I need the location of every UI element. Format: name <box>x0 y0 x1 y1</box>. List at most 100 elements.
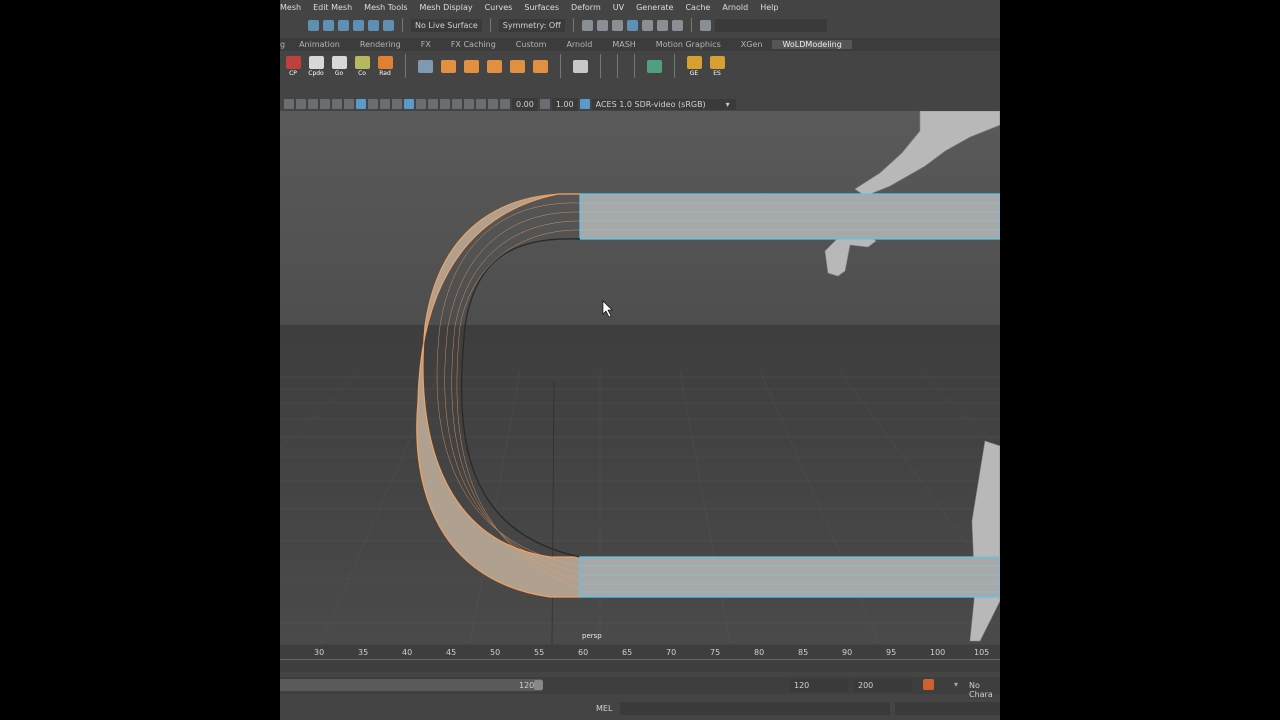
shelf-button-rad[interactable]: Rad <box>374 53 396 79</box>
aa-icon[interactable] <box>464 99 474 109</box>
shelf-button-ge[interactable]: GE <box>683 53 705 79</box>
tab-fx-caching[interactable]: FX Caching <box>441 40 506 49</box>
camera-icon[interactable] <box>284 99 294 109</box>
tab-motion-graphics[interactable]: Motion Graphics <box>646 40 731 49</box>
command-input[interactable] <box>620 702 890 715</box>
quick-select-field[interactable] <box>714 18 827 32</box>
motion-blur-icon[interactable] <box>452 99 462 109</box>
lights-icon[interactable] <box>380 99 390 109</box>
time-slider[interactable]: 30 35 40 45 50 55 60 65 70 75 80 85 90 9… <box>280 645 1000 672</box>
range-handle[interactable] <box>534 680 543 690</box>
textured-icon[interactable] <box>368 99 378 109</box>
menu-surfaces[interactable]: Surfaces <box>524 3 559 12</box>
arnold-render-icon[interactable] <box>656 19 668 31</box>
menu-edit-mesh[interactable]: Edit Mesh <box>313 3 352 12</box>
bookmark-icon[interactable] <box>296 99 306 109</box>
gamma-field[interactable]: 1.00 <box>551 97 578 111</box>
tab-fx[interactable]: FX <box>411 40 441 49</box>
snap-surface-icon[interactable] <box>368 19 379 31</box>
tab-xgen[interactable]: XGen <box>731 40 773 49</box>
character-set-dropdown[interactable]: No Chara <box>969 681 1000 699</box>
cpdo-icon <box>308 55 324 69</box>
dof-icon[interactable] <box>476 99 486 109</box>
snap-grid-icon[interactable] <box>308 19 319 31</box>
shelf-button-multicut[interactable] <box>414 53 436 79</box>
snap-point-icon[interactable] <box>338 19 349 31</box>
menu-mesh-tools[interactable]: Mesh Tools <box>364 3 407 12</box>
menu-uv[interactable]: UV <box>613 3 624 12</box>
colorspace-dropdown[interactable]: ACES 1.0 SDR-video (sRGB) <box>591 98 736 110</box>
grid-icon[interactable] <box>320 99 330 109</box>
shelf-button-uv[interactable] <box>643 53 665 79</box>
menu-mesh-display[interactable]: Mesh Display <box>419 3 472 12</box>
wireframe-icon[interactable] <box>344 99 354 109</box>
shelf-button-go[interactable]: Go <box>328 53 350 79</box>
shelf-button-cp[interactable]: CP <box>282 53 304 79</box>
xray-icon[interactable] <box>416 99 426 109</box>
tab-mash[interactable]: MASH <box>602 40 645 49</box>
range-slider[interactable] <box>280 679 542 691</box>
tick-label: 65 <box>622 648 633 657</box>
symmetry-dropdown[interactable]: Symmetry: Off <box>498 18 565 32</box>
shelf-button-cpdo[interactable]: Cpdo <box>305 53 327 79</box>
shelf-button-append[interactable] <box>529 53 551 79</box>
render-settings-icon[interactable] <box>611 19 623 31</box>
tab-custom[interactable]: Custom <box>506 40 557 49</box>
film-gate-icon[interactable] <box>332 99 342 109</box>
anim-end-field[interactable]: 200 <box>854 679 912 692</box>
snap-pivot-icon[interactable] <box>383 19 394 31</box>
extrude-icon <box>509 59 525 73</box>
ambient-occlusion-icon[interactable] <box>440 99 450 109</box>
exposure-icon[interactable] <box>500 99 510 109</box>
shelf-button-co[interactable]: Co <box>351 53 373 79</box>
safe-action-icon[interactable] <box>488 99 498 109</box>
auto-key-icon[interactable] <box>923 679 934 690</box>
shelf-button-bevel[interactable] <box>437 53 459 79</box>
tab-g[interactable]: g <box>280 40 289 49</box>
snap-view-icon[interactable] <box>353 19 364 31</box>
tab-animation[interactable]: Animation <box>289 40 350 49</box>
shelf-label: CP <box>289 69 297 77</box>
ipr-render-icon[interactable] <box>596 19 608 31</box>
menu-mesh[interactable]: Mesh <box>280 3 301 12</box>
bridge-icon <box>463 59 479 73</box>
menu-arnold[interactable]: Arnold <box>722 3 748 12</box>
menu-deform[interactable]: Deform <box>571 3 601 12</box>
shelf-button-bridge[interactable] <box>460 53 482 79</box>
menu-curves[interactable]: Curves <box>485 3 513 12</box>
menu-help[interactable]: Help <box>760 3 778 12</box>
render-view-icon[interactable] <box>641 19 653 31</box>
chevron-down-icon[interactable]: ▾ <box>726 100 730 109</box>
shelf-button-es[interactable]: ES <box>706 53 728 79</box>
tab-woldmodeling[interactable]: WoLDModeling <box>772 40 852 49</box>
tab-rendering[interactable]: Rendering <box>350 40 411 49</box>
menu-cache[interactable]: Cache <box>685 3 710 12</box>
pause-icon[interactable] <box>671 19 683 31</box>
sidebar-toggle-icon[interactable] <box>699 19 711 31</box>
script-language-label[interactable]: MEL <box>596 704 612 713</box>
gamma-icon[interactable] <box>539 99 550 109</box>
shelf-label: Go <box>334 69 344 77</box>
live-surface-field[interactable]: No Live Surface <box>411 18 482 32</box>
exposure-field[interactable]: 0.00 <box>512 97 538 111</box>
isolate-icon[interactable] <box>428 99 438 109</box>
image-plane-icon[interactable] <box>308 99 318 109</box>
shadows-icon[interactable] <box>392 99 402 109</box>
command-result-field <box>895 702 1000 715</box>
smooth-shade-icon[interactable] <box>356 99 366 109</box>
chevron-down-icon[interactable]: ▾ <box>954 680 958 689</box>
shelf-button-deform[interactable] <box>483 53 505 79</box>
shelf-button-extrude[interactable] <box>506 53 528 79</box>
tab-arnold[interactable]: Arnold <box>556 40 602 49</box>
shelf: CP Cpdo Go Co Rad GE ES <box>280 51 1000 81</box>
perspective-viewport[interactable]: persp <box>280 111 1000 644</box>
range-end-field[interactable]: 120 <box>790 679 848 692</box>
menu-generate[interactable]: Generate <box>636 3 673 12</box>
hypershade-icon[interactable] <box>626 19 638 31</box>
wireframe-on-shaded-icon[interactable] <box>404 99 414 109</box>
render-icon[interactable] <box>581 19 593 31</box>
shelf-button-paint[interactable] <box>569 53 591 79</box>
snap-curve-icon[interactable] <box>323 19 334 31</box>
color-management-icon[interactable] <box>579 99 590 109</box>
tick-label: 85 <box>798 648 809 657</box>
